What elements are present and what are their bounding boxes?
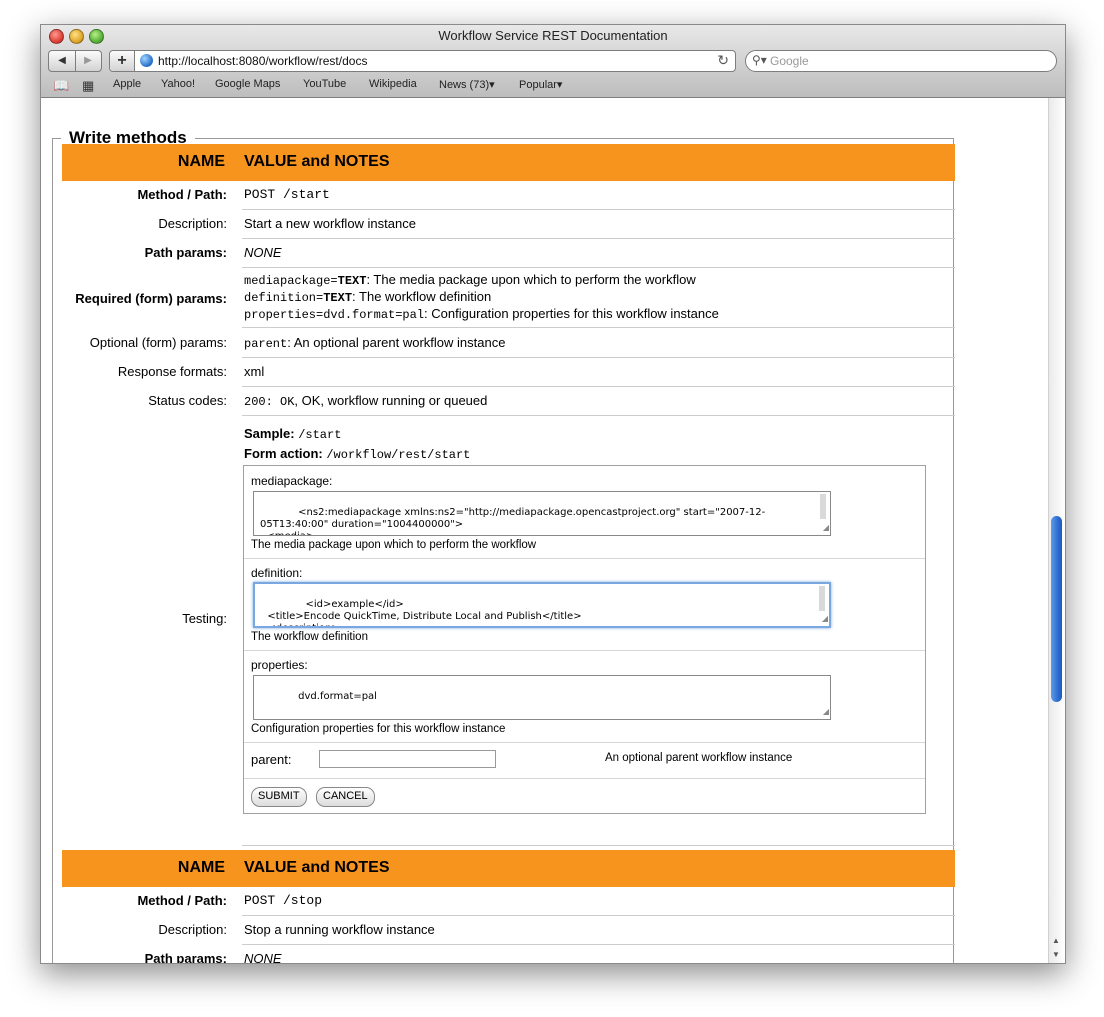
row-divider: [242, 327, 955, 328]
description-value: Stop a running workflow instance: [244, 922, 435, 937]
bookmark-news[interactable]: News (73)▾: [439, 78, 495, 91]
bookmark-popular[interactable]: Popular▾: [519, 78, 562, 91]
header-name: NAME: [177, 859, 225, 876]
properties-textarea[interactable]: dvd.format=pal ◢: [253, 675, 831, 720]
row-divider: [242, 386, 955, 387]
definition-text[interactable]: <id>example</id> <title>Encode QuickTime…: [261, 599, 581, 626]
mediapackage-note: The media package upon which to perform …: [251, 539, 537, 551]
search-icon[interactable]: ⚲▾: [752, 53, 767, 67]
mediapackage-textarea[interactable]: <ns2:mediapackage xmlns:ns2="http://medi…: [253, 491, 831, 536]
status-codes-label: Status codes:: [148, 393, 227, 408]
back-button[interactable]: ◀: [49, 51, 76, 71]
bookmarks-book-icon[interactable]: 📖: [53, 78, 69, 94]
parent-section: parent: An optional parent workflow inst…: [244, 742, 925, 779]
row-divider: [242, 415, 955, 416]
bookmarks-bar: 📖 ▦ Apple Yahoo! Google Maps YouTube Wik…: [41, 75, 1065, 95]
resize-grip-icon[interactable]: ◢: [823, 522, 829, 534]
definition-label: definition:: [251, 566, 303, 580]
method-label: Method / Path:: [137, 187, 227, 202]
method-value: POST /stop: [244, 893, 323, 908]
search-placeholder[interactable]: Google: [770, 54, 809, 68]
top-sites-grid-icon[interactable]: ▦: [82, 78, 94, 94]
row-divider: [242, 238, 955, 239]
mediapackage-text[interactable]: <ns2:mediapackage xmlns:ns2="http://medi…: [260, 507, 765, 535]
form-action-line: Form action: /workflow/rest/start: [244, 446, 471, 462]
bookmark-google-maps[interactable]: Google Maps: [215, 78, 280, 90]
scrollbar-thumb[interactable]: [1051, 516, 1062, 702]
header-value: VALUE and NOTES: [244, 153, 390, 170]
search-field[interactable]: ⚲▾ Google: [745, 50, 1057, 72]
scroll-down-icon[interactable]: ▼: [1052, 950, 1060, 959]
response-formats-label: Response formats:: [117, 364, 227, 379]
bookmark-yahoo[interactable]: Yahoo!: [161, 78, 195, 90]
method-label: Method / Path:: [137, 893, 227, 908]
required-params-list: mediapackage=TEXT: The media package upo…: [244, 272, 719, 323]
sample-line: Sample: /start: [244, 426, 342, 442]
forward-button[interactable]: ▶: [75, 51, 101, 71]
vertical-scrollbar[interactable]: ▲ ▼: [1048, 98, 1065, 963]
definition-note: The workflow definition: [251, 631, 368, 643]
definition-textarea[interactable]: <id>example</id> <title>Encode QuickTime…: [253, 582, 831, 628]
cancel-button[interactable]: CANCEL: [316, 787, 375, 807]
bookmark-apple[interactable]: Apple: [113, 78, 141, 90]
resize-grip-icon[interactable]: ◢: [822, 613, 828, 625]
browser-window: Workflow Service REST Documentation ◀ ▶ …: [40, 24, 1066, 964]
method-value: POST /start: [244, 187, 330, 202]
properties-note: Configuration properties for this workfl…: [251, 723, 506, 735]
response-formats-value: xml: [244, 364, 265, 379]
optional-params-value: parent: An optional parent workflow inst…: [244, 335, 506, 351]
row-divider: [242, 845, 955, 846]
status-codes-value: 200: OK, OK, workflow running or queued: [244, 393, 488, 409]
page-content: Write methods NAME VALUE and NOTES Metho…: [41, 98, 1049, 963]
definition-section: definition: <id>example</id> <title>Enco…: [244, 558, 925, 651]
title-bar: Workflow Service REST Documentation ◀ ▶ …: [41, 25, 1065, 98]
nav-buttons: ◀ ▶: [48, 50, 102, 72]
row-divider: [242, 209, 955, 210]
bookmark-wikipedia[interactable]: Wikipedia: [369, 78, 417, 90]
window-title: Workflow Service REST Documentation: [438, 28, 668, 43]
resize-grip-icon[interactable]: ◢: [823, 706, 829, 718]
url-text[interactable]: http://localhost:8080/workflow/rest/docs: [158, 54, 367, 68]
submit-button[interactable]: SUBMIT: [251, 787, 307, 807]
row-divider: [242, 915, 955, 916]
header-value: VALUE and NOTES: [244, 859, 390, 876]
properties-label: properties:: [251, 658, 308, 672]
textarea-scrollbar[interactable]: [820, 494, 826, 519]
table-header: NAME VALUE and NOTES: [62, 850, 955, 887]
path-params-value: NONE: [244, 951, 282, 963]
testing-label: Testing:: [182, 611, 227, 626]
description-label: Description:: [158, 922, 227, 937]
path-params-label: Path params:: [144, 245, 227, 260]
textarea-scrollbar[interactable]: [819, 586, 825, 611]
mediapackage-section: mediapackage: <ns2:mediapackage xmlns:ns…: [244, 466, 925, 559]
mediapackage-label: mediapackage:: [251, 474, 333, 488]
add-bookmark-button[interactable]: +: [110, 51, 135, 71]
required-param-item: mediapackage=TEXT: The media package upo…: [244, 272, 696, 288]
form-actions: SUBMIT CANCEL: [244, 778, 925, 812]
required-param-item: properties=dvd.format=pal: Configuration…: [244, 306, 719, 322]
bookmark-youtube[interactable]: YouTube: [303, 78, 346, 90]
testing-form: mediapackage: <ns2:mediapackage xmlns:ns…: [243, 465, 926, 814]
description-label: Description:: [158, 216, 227, 231]
parent-note: An optional parent workflow instance: [605, 752, 793, 764]
scroll-up-icon[interactable]: ▲: [1052, 936, 1060, 945]
table-header: NAME VALUE and NOTES: [62, 144, 955, 181]
row-divider: [242, 267, 955, 268]
reload-icon[interactable]: ↻: [717, 52, 729, 69]
required-params-label: Required (form) params:: [75, 291, 227, 306]
path-params-label: Path params:: [144, 951, 227, 963]
row-divider: [242, 944, 955, 945]
header-name: NAME: [177, 153, 225, 170]
row-divider: [242, 357, 955, 358]
globe-icon: [140, 54, 153, 67]
optional-params-label: Optional (form) params:: [89, 335, 227, 350]
parent-input[interactable]: [319, 750, 496, 768]
path-params-value: NONE: [244, 245, 282, 260]
parent-label: parent:: [251, 752, 292, 767]
properties-section: properties: dvd.format=pal ◢ Configurati…: [244, 650, 925, 743]
required-param-item: definition=TEXT: The workflow definition: [244, 289, 492, 305]
properties-text[interactable]: dvd.format=pal: [298, 691, 377, 702]
description-value: Start a new workflow instance: [244, 216, 416, 231]
address-bar[interactable]: + http://localhost:8080/workflow/rest/do…: [109, 50, 736, 72]
